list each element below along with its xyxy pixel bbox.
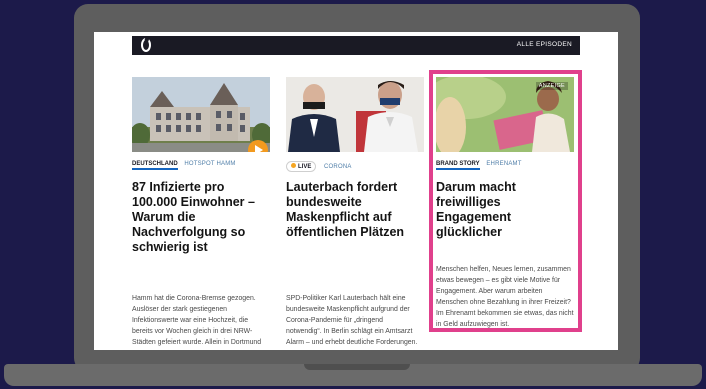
article-teaser: Menschen helfen, Neues lernen, zusammen … bbox=[436, 266, 574, 328]
live-badge[interactable]: LIVE bbox=[286, 161, 317, 172]
article-headline[interactable]: Darum macht freiwilliges Engagement glüc… bbox=[436, 180, 572, 240]
town-hall-illustration bbox=[132, 77, 270, 152]
category-tag[interactable]: DEUTSCHLAND bbox=[132, 161, 178, 170]
topic-tag[interactable]: HOTSPOT HAMM bbox=[184, 161, 235, 167]
browser-screen: ALLE EPISODEN DEUTSCHLAND HOTSPOT HAMM 8… bbox=[94, 32, 618, 350]
topic-tag[interactable]: EHRENAMT bbox=[486, 161, 521, 167]
article-image-politicians[interactable] bbox=[286, 77, 424, 152]
article-teaser: Hamm hat die Corona-Bremse gezogen. Ausl… bbox=[132, 295, 262, 346]
category-tag[interactable]: BRAND STORY bbox=[436, 161, 480, 170]
politicians-illustration bbox=[286, 77, 424, 152]
live-dot-icon bbox=[291, 163, 296, 168]
article-headline[interactable]: 87 Infizierte pro 100.000 Einwohner – Wa… bbox=[132, 180, 270, 255]
article-headline[interactable]: Lauterbach fordert bundesweite Maskenpfl… bbox=[286, 180, 424, 240]
laptop-notch bbox=[304, 364, 410, 370]
live-label: LIVE bbox=[298, 164, 312, 170]
topic-tag[interactable]: CORONA bbox=[324, 164, 352, 170]
ad-badge: ANZEIGE bbox=[535, 82, 568, 90]
all-episodes-link[interactable]: ALLE EPISODEN bbox=[517, 41, 572, 48]
article-image-town-hall[interactable] bbox=[132, 77, 270, 152]
article-teaser: SPD-Politiker Karl Lauterbach hält eine … bbox=[286, 295, 418, 346]
article-tags: DEUTSCHLAND HOTSPOT HAMM bbox=[132, 161, 236, 170]
site-header: ALLE EPISODEN bbox=[132, 36, 580, 55]
logo-icon[interactable] bbox=[141, 38, 151, 52]
article-image-volunteers[interactable]: ANZEIGE bbox=[436, 77, 574, 152]
laptop-base bbox=[4, 364, 702, 386]
article-tags: BRAND STORY EHRENAMT bbox=[436, 161, 522, 170]
article-tags: LIVE CORONA bbox=[286, 161, 352, 172]
